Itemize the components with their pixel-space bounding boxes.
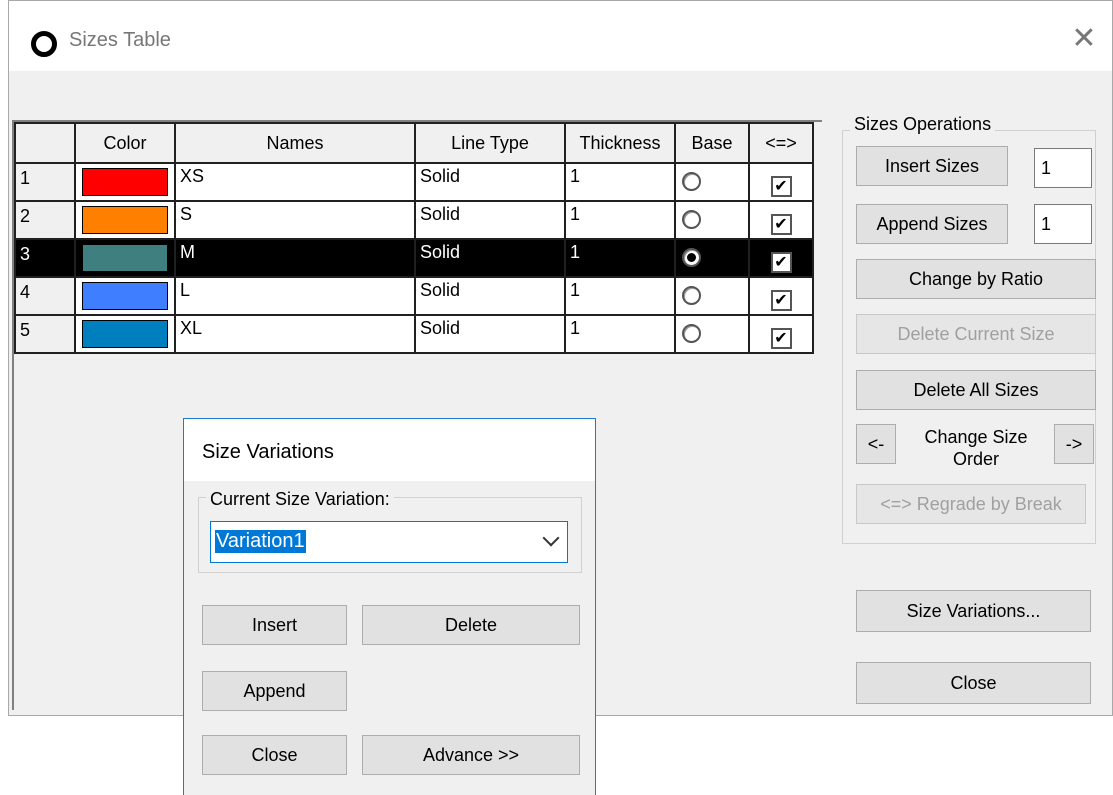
base-radio[interactable] <box>682 324 701 343</box>
name-cell[interactable]: XS <box>174 162 416 202</box>
color-swatch[interactable] <box>82 244 168 272</box>
close-icon[interactable]: ✕ <box>1068 23 1100 55</box>
header-color[interactable]: Color <box>74 122 176 164</box>
table-row[interactable]: 1 XS Solid 1 ✔ <box>14 162 814 202</box>
append-count-input[interactable]: 1 <box>1034 204 1092 244</box>
append-sizes-button[interactable]: Append Sizes <box>856 204 1008 244</box>
row-number[interactable]: 3 <box>14 238 76 278</box>
sizes-operations-label: Sizes Operations <box>850 114 996 135</box>
base-radio[interactable] <box>682 210 701 229</box>
base-cell[interactable] <box>674 276 750 316</box>
row-number[interactable]: 2 <box>14 200 76 240</box>
base-cell[interactable] <box>674 314 750 354</box>
table-row[interactable]: 3 M Solid 1 ✔ <box>14 238 814 278</box>
row-number[interactable]: 5 <box>14 314 76 354</box>
line-type-cell[interactable]: Solid <box>414 200 566 240</box>
name-cell[interactable]: L <box>174 276 416 316</box>
color-cell[interactable] <box>74 314 176 354</box>
color-swatch[interactable] <box>82 282 168 310</box>
dialog-insert-button[interactable]: Insert <box>202 605 347 645</box>
row-number[interactable]: 1 <box>14 162 76 202</box>
thickness-cell[interactable]: 1 <box>564 238 676 278</box>
insert-sizes-button[interactable]: Insert Sizes <box>856 146 1008 186</box>
table-header: Color Names Line Type Thickness Base <=> <box>14 122 814 164</box>
name-cell[interactable]: S <box>174 200 416 240</box>
color-swatch[interactable] <box>82 320 168 348</box>
name-cell[interactable]: XL <box>174 314 416 354</box>
regrade-cell[interactable]: ✔ <box>748 200 814 240</box>
header-corner <box>14 122 76 164</box>
regrade-checkbox[interactable]: ✔ <box>770 289 792 311</box>
base-radio[interactable] <box>682 248 701 267</box>
regrade-cell[interactable]: ✔ <box>748 276 814 316</box>
sizes-table: Color Names Line Type Thickness Base <=>… <box>14 122 814 354</box>
header-names[interactable]: Names <box>174 122 416 164</box>
thickness-cell[interactable]: 1 <box>564 200 676 240</box>
header-thickness[interactable]: Thickness <box>564 122 676 164</box>
chevron-down-icon <box>542 529 560 547</box>
size-variation-value: Variation1 <box>215 530 306 553</box>
name-cell[interactable]: M <box>174 238 416 278</box>
delete-current-size-button[interactable]: Delete Current Size <box>856 314 1096 354</box>
table-row[interactable]: 5 XL Solid 1 ✔ <box>14 314 814 354</box>
header-line-type[interactable]: Line Type <box>414 122 566 164</box>
dialog-delete-button[interactable]: Delete <box>362 605 580 645</box>
order-right-button[interactable]: -> <box>1054 424 1094 464</box>
app-logo-icon <box>31 31 57 57</box>
line-type-cell[interactable]: Solid <box>414 238 566 278</box>
header-regrade[interactable]: <=> <box>748 122 814 164</box>
color-cell[interactable] <box>74 162 176 202</box>
base-radio[interactable] <box>682 172 701 191</box>
color-cell[interactable] <box>74 276 176 316</box>
row-number[interactable]: 4 <box>14 276 76 316</box>
regrade-cell[interactable]: ✔ <box>748 314 814 354</box>
thickness-cell[interactable]: 1 <box>564 162 676 202</box>
regrade-checkbox[interactable]: ✔ <box>770 175 792 197</box>
regrade-checkbox[interactable]: ✔ <box>770 327 792 349</box>
regrade-cell[interactable]: ✔ <box>748 238 814 278</box>
regrade-by-break-button[interactable]: <=> Regrade by Break <box>856 484 1086 524</box>
line-type-cell[interactable]: Solid <box>414 314 566 354</box>
dialog-append-button[interactable]: Append <box>202 671 347 711</box>
base-cell[interactable] <box>674 238 750 278</box>
dialog-title-bar[interactable]: Size Variations <box>184 419 595 481</box>
regrade-checkbox[interactable]: ✔ <box>770 213 792 235</box>
base-cell[interactable] <box>674 200 750 240</box>
color-swatch[interactable] <box>82 168 168 196</box>
regrade-cell[interactable]: ✔ <box>748 162 814 202</box>
window-title: Sizes Table <box>69 29 171 51</box>
table-row[interactable]: 4 L Solid 1 ✔ <box>14 276 814 316</box>
change-by-ratio-button[interactable]: Change by Ratio <box>856 259 1096 299</box>
close-button[interactable]: Close <box>856 662 1091 704</box>
base-radio[interactable] <box>682 286 701 305</box>
color-cell[interactable] <box>74 238 176 278</box>
table-row[interactable]: 2 S Solid 1 ✔ <box>14 200 814 240</box>
color-cell[interactable] <box>74 200 176 240</box>
line-type-cell[interactable]: Solid <box>414 162 566 202</box>
dialog-title: Size Variations <box>202 441 334 463</box>
size-variations-dialog: Size Variations Current Size Variation: … <box>183 418 596 795</box>
color-swatch[interactable] <box>82 206 168 234</box>
dialog-advance-button[interactable]: Advance >> <box>362 735 580 775</box>
size-variation-select[interactable]: Variation1 <box>210 521 568 563</box>
dialog-close-button[interactable]: Close <box>202 735 347 775</box>
header-base[interactable]: Base <box>674 122 750 164</box>
title-bar[interactable]: Sizes Table ✕ <box>9 1 1112 71</box>
insert-count-input[interactable]: 1 <box>1034 148 1092 188</box>
delete-all-sizes-button[interactable]: Delete All Sizes <box>856 370 1096 410</box>
thickness-cell[interactable]: 1 <box>564 276 676 316</box>
size-variations-button[interactable]: Size Variations... <box>856 590 1091 632</box>
line-type-cell[interactable]: Solid <box>414 276 566 316</box>
current-size-variation-label: Current Size Variation: <box>206 489 394 510</box>
base-cell[interactable] <box>674 162 750 202</box>
change-size-order-label: Change Size Order <box>924 427 1028 469</box>
thickness-cell[interactable]: 1 <box>564 314 676 354</box>
regrade-checkbox[interactable]: ✔ <box>770 251 792 273</box>
order-left-button[interactable]: <- <box>856 424 896 464</box>
